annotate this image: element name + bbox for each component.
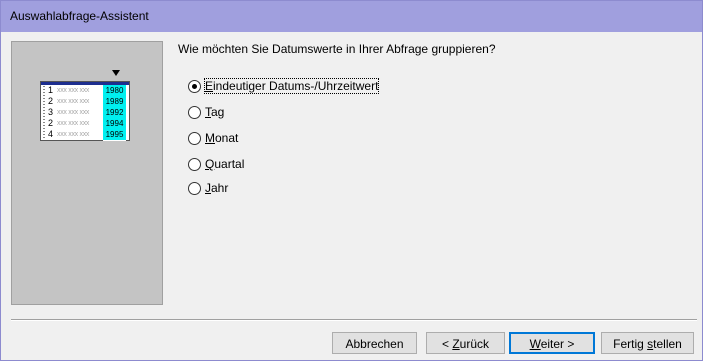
- radio-button[interactable]: [188, 182, 201, 195]
- radio-label[interactable]: Eindeutiger Datums-/Uhrzeitwert: [203, 78, 380, 94]
- preview-row: 4 xxx xxx xxx 1995: [41, 129, 129, 141]
- radio-button[interactable]: [188, 106, 201, 119]
- column-arrow-icon: [112, 70, 120, 76]
- preview-row: 2 xxx xxx xxx 1994: [41, 118, 129, 130]
- radio-label[interactable]: Quartal: [205, 157, 244, 171]
- preview-row-year: 1995: [103, 129, 126, 141]
- finish-button[interactable]: Fertig stellen: [601, 332, 694, 354]
- preview-row-number: 2: [48, 96, 54, 106]
- preview-row-number: 1: [48, 85, 54, 95]
- preview-row-placeholder: xxx xxx xxx: [57, 98, 90, 105]
- radio-label[interactable]: Jahr: [205, 181, 228, 195]
- preview-row: 1 xxx xxx xxx 1980: [41, 85, 129, 97]
- radio-button[interactable]: [188, 132, 201, 145]
- preview-row-placeholder: xxx xxx xxx: [57, 131, 90, 138]
- preview-panel: 1 xxx xxx xxx 1980 2 xxx xxx xxx 1989 3 …: [11, 41, 163, 305]
- preview-row: 2 xxx xxx xxx 1989: [41, 96, 129, 108]
- date-preview-table: 1 xxx xxx xxx 1980 2 xxx xxx xxx 1989 3 …: [40, 70, 130, 141]
- radio-label[interactable]: Monat: [205, 131, 238, 145]
- preview-row-placeholder: xxx xxx xxx: [57, 109, 90, 116]
- group-question: Wie möchten Sie Datumswerte in Ihrer Abf…: [178, 42, 496, 56]
- preview-row-placeholder: xxx xxx xxx: [57, 87, 90, 94]
- title-bar[interactable]: Auswahlabfrage-Assistent: [1, 1, 702, 32]
- back-button[interactable]: < Zurück: [426, 332, 505, 354]
- preview-row: 3 xxx xxx xxx 1992: [41, 107, 129, 119]
- footer-separator: [11, 319, 697, 321]
- radio-button[interactable]: [188, 158, 201, 171]
- preview-row-number: 3: [48, 107, 54, 117]
- next-button[interactable]: Weiter >: [509, 332, 595, 354]
- preview-row-number: 4: [48, 129, 54, 139]
- preview-row-placeholder: xxx xxx xxx: [57, 120, 90, 127]
- wizard-window: Auswahlabfrage-Assistent 1 xxx xxx xxx 1…: [0, 0, 703, 361]
- preview-row-number: 2: [48, 118, 54, 128]
- window-title: Auswahlabfrage-Assistent: [10, 9, 149, 23]
- radio-button[interactable]: [188, 80, 201, 93]
- radio-label[interactable]: Tag: [205, 105, 224, 119]
- cancel-button[interactable]: Abbrechen: [332, 332, 417, 354]
